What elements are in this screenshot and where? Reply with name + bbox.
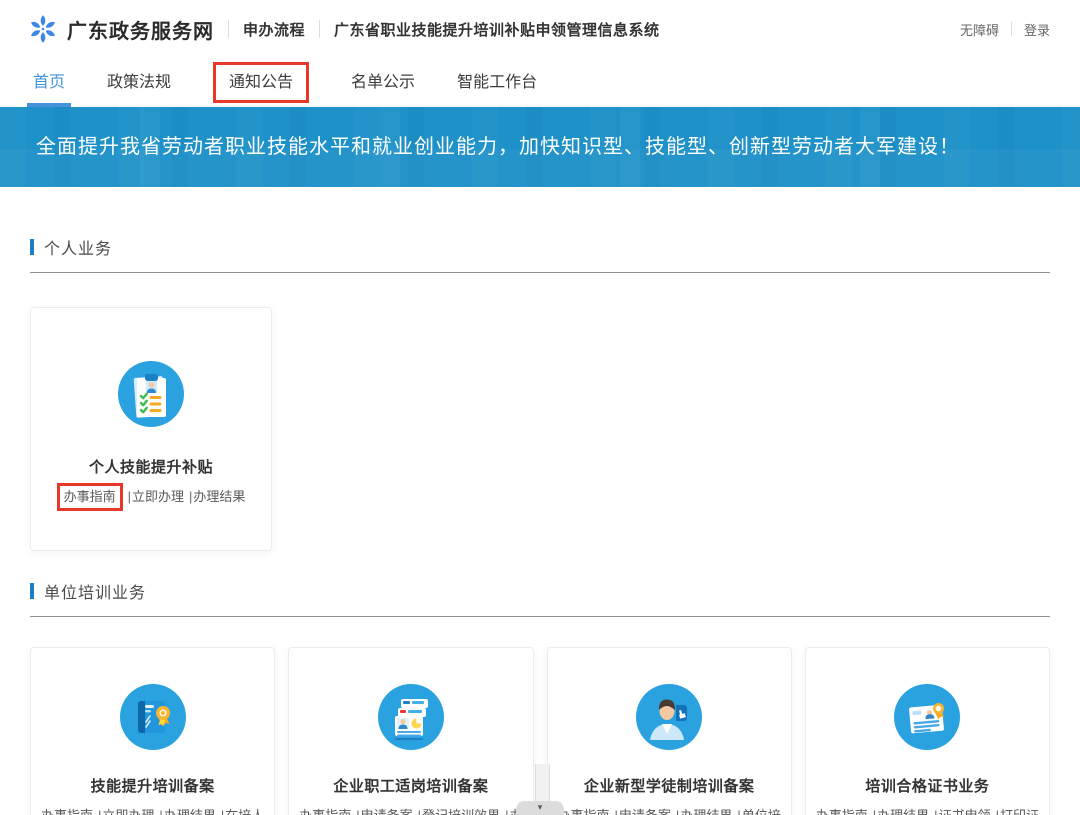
- link-separator: |: [189, 489, 192, 504]
- link-separator: |: [615, 808, 618, 815]
- card-links: 办事指南|申请备案|登记培训效果|办理结果|单位培训人员查询: [289, 805, 532, 815]
- card-skill-training-filing[interactable]: 技能提升培训备案 办事指南|立即办理|办理结果|在培人员查询|学员情况查询: [30, 647, 275, 815]
- divider: [319, 20, 320, 38]
- card-links: 办事指南|立即办理|办理结果|在培人员查询|学员情况查询: [31, 805, 274, 815]
- card-link[interactable]: 办事指南: [57, 483, 123, 511]
- card-link[interactable]: 证书申领: [939, 808, 991, 815]
- header: 广东政务服务网 申办流程 广东省职业技能提升培训补贴申领管理信息系统 无障碍 登…: [0, 0, 1080, 58]
- scroll-down-handle[interactable]: ▾: [516, 801, 564, 815]
- section-personal-title: 个人业务: [44, 235, 112, 259]
- certificate-medal-icon: [894, 684, 960, 750]
- card-link[interactable]: 办理结果: [877, 808, 929, 815]
- link-separator: |: [934, 808, 937, 815]
- link-separator: |: [159, 808, 162, 815]
- card-personal-skill-subsidy[interactable]: 个人技能提升补贴 办事指南|立即办理|办理结果: [30, 307, 272, 551]
- tab-public-list[interactable]: 名单公示: [351, 58, 415, 107]
- gdzwfw-logo-icon: [28, 14, 58, 44]
- browser-chart-icon: [378, 684, 444, 750]
- card-links: 办事指南|申请备案|办理结果|单位培训人员查询: [548, 805, 791, 815]
- main-nav: 首页 政策法规 通知公告 名单公示 智能工作台: [0, 58, 1080, 107]
- chevron-down-icon: ▾: [538, 802, 543, 812]
- card-title: 培训合格证书业务: [806, 775, 1049, 796]
- section-divider: [30, 272, 1050, 273]
- card-link[interactable]: 办事指南: [299, 808, 351, 815]
- card-title: 企业新型学徒制培训备案: [548, 775, 791, 796]
- clipboard-checklist-icon: [118, 361, 184, 427]
- card-link[interactable]: 立即办理: [132, 489, 184, 504]
- section-bar-decoration: [30, 239, 34, 255]
- card-link[interactable]: 申请备案: [619, 808, 671, 815]
- page-root: 广东政务服务网 申办流程 广东省职业技能提升培训补贴申领管理信息系统 无障碍 登…: [0, 0, 1080, 815]
- card-employee-adaptation-training[interactable]: 企业职工适岗培训备案 办事指南|申请备案|登记培训效果|办理结果|单位培训人员查…: [288, 647, 533, 815]
- link-separator: |: [676, 808, 679, 815]
- link-separator: |: [221, 808, 224, 815]
- card-title: 企业职工适岗培训备案: [289, 775, 532, 796]
- tab-policies-label: 政策法规: [107, 74, 171, 91]
- card-title: 个人技能提升补贴: [31, 456, 271, 477]
- site-name: 广东政务服务网: [67, 15, 214, 44]
- tab-smart-workbench[interactable]: 智能工作台: [457, 58, 537, 107]
- scrollbar-track[interactable]: [535, 764, 550, 802]
- card-links: 办事指南|立即办理|办理结果: [31, 486, 271, 508]
- section-personal-header: 个人业务: [30, 235, 1050, 259]
- section-unit-header: 单位培训业务: [30, 579, 1050, 603]
- header-flow-link[interactable]: 申办流程: [243, 19, 305, 40]
- main-content: 个人业务 个人技能提升补贴 办事指南|立即办理|办理结果: [0, 235, 1080, 815]
- link-separator: |: [356, 808, 359, 815]
- card-link[interactable]: 办理结果: [164, 808, 216, 815]
- system-title: 广东省职业技能提升培训补贴申领管理信息系统: [334, 19, 660, 40]
- card-link[interactable]: 立即办理: [102, 808, 154, 815]
- card-link[interactable]: 办理结果: [193, 489, 245, 504]
- tab-home[interactable]: 首页: [33, 58, 65, 107]
- section-unit-title: 单位培训业务: [44, 579, 146, 603]
- tab-notices[interactable]: 通知公告: [213, 62, 309, 103]
- card-link[interactable]: 办理结果: [680, 808, 732, 815]
- card-link[interactable]: 办事指南: [816, 808, 868, 815]
- tab-smart-workbench-label: 智能工作台: [457, 74, 537, 91]
- tab-policies[interactable]: 政策法规: [107, 58, 171, 107]
- link-separator: |: [98, 808, 101, 815]
- card-new-apprenticeship-training[interactable]: 企业新型学徒制培训备案 办事指南|申请备案|办理结果|单位培训人员查询: [547, 647, 792, 815]
- tab-public-list-label: 名单公示: [351, 74, 415, 91]
- tab-home-label: 首页: [33, 74, 65, 91]
- divider: [1011, 22, 1012, 36]
- link-separator: |: [996, 808, 999, 815]
- section-divider: [30, 616, 1050, 617]
- section-bar-decoration: [30, 583, 34, 599]
- link-separator: |: [128, 489, 131, 504]
- link-separator: |: [737, 808, 740, 815]
- tab-notices-label: 通知公告: [229, 74, 293, 91]
- link-separator: |: [505, 808, 508, 815]
- card-link[interactable]: 办事指南: [41, 808, 93, 815]
- book-medal-icon: [120, 684, 186, 750]
- banner-slogan: 全面提升我省劳动者职业技能水平和就业创业能力，加快知识型、技能型、创新型劳动者大…: [0, 107, 1080, 187]
- card-link[interactable]: 申请备案: [361, 808, 413, 815]
- login-link[interactable]: 登录: [1024, 20, 1050, 39]
- link-separator: |: [418, 808, 421, 815]
- person-thumbsup-icon: [636, 684, 702, 750]
- card-links: 办事指南|办理结果|证书申领|打印证书|培训人员查询: [806, 805, 1049, 815]
- link-separator: |: [873, 808, 876, 815]
- card-title: 技能提升培训备案: [31, 775, 274, 796]
- card-training-certificate-services[interactable]: 培训合格证书业务 办事指南|办理结果|证书申领|打印证书|培训人员查询: [805, 647, 1050, 815]
- accessibility-link[interactable]: 无障碍: [960, 20, 999, 39]
- hero-banner: 全面提升我省劳动者职业技能水平和就业创业能力，加快知识型、技能型、创新型劳动者大…: [0, 107, 1080, 187]
- divider: [228, 20, 229, 38]
- card-link[interactable]: 办事指南: [558, 808, 610, 815]
- card-link[interactable]: 登记培训效果: [422, 808, 500, 815]
